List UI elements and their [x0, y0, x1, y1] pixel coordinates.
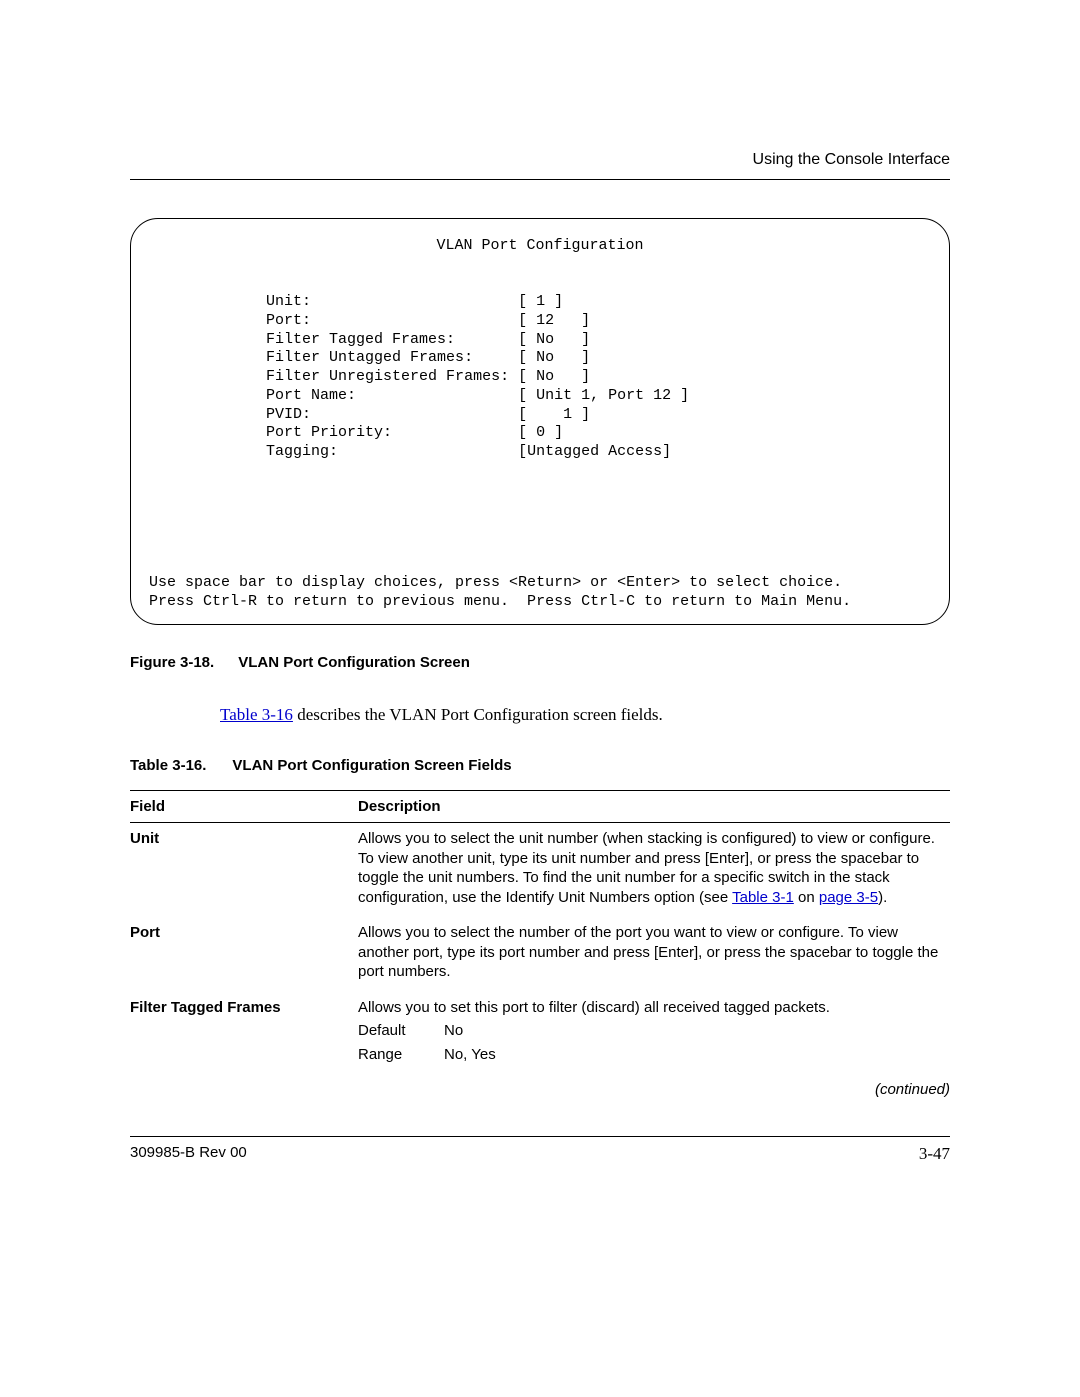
page-number: 3-47 [919, 1143, 950, 1165]
console-row: Port Priority: [ 0 ] [149, 424, 563, 441]
intro-rest: describes the VLAN Port Configuration sc… [293, 705, 663, 724]
console-blank [149, 556, 158, 573]
console-blank [149, 518, 158, 535]
console-help: Press Ctrl-R to return to previous menu.… [149, 593, 851, 610]
field-description: Allows you to select the number of the p… [358, 917, 950, 992]
col-header-description: Description [358, 790, 950, 823]
console-row: Filter Untagged Frames: [ No ] [149, 349, 590, 366]
default-pair: DefaultNo [358, 1021, 942, 1041]
field-description: Allows you to select the unit number (wh… [358, 823, 950, 918]
footer-rule [130, 1136, 950, 1137]
running-header: Using the Console Interface [130, 150, 950, 179]
console-title: VLAN Port Configuration [149, 237, 931, 256]
console-row: Port: [ 12 ] [149, 312, 590, 329]
console-blank [149, 537, 158, 554]
table-caption: Table 3-16. VLAN Port Configuration Scree… [130, 756, 950, 776]
field-description: Allows you to set this port to filter (d… [358, 992, 950, 1075]
table-row: Port Allows you to select the number of … [130, 917, 950, 992]
page-ref-link[interactable]: page 3-5 [819, 889, 878, 906]
console-blank [149, 481, 158, 498]
console-row: Port Name: [ Unit 1, Port 12 ] [149, 387, 689, 404]
figure-caption: Figure 3-18. VLAN Port Configuration Scre… [130, 653, 950, 673]
col-header-field: Field [130, 790, 358, 823]
table-row: Unit Allows you to select the unit numbe… [130, 823, 950, 918]
continued-indicator: (continued) [130, 1080, 950, 1100]
console-row: PVID: [ 1 ] [149, 406, 590, 423]
range-pair: RangeNo, Yes [358, 1045, 942, 1065]
page-footer: 309985-B Rev 00 3-47 [130, 1143, 950, 1165]
console-row: Filter Tagged Frames: [ No ] [149, 331, 590, 348]
console-blank [149, 462, 158, 479]
console-row: Unit: [ 1 ] [149, 293, 563, 310]
page: Using the Console Interface VLAN Port Co… [0, 0, 1080, 1225]
header-rule [130, 179, 950, 180]
table-title: VLAN Port Configuration Screen Fields [232, 757, 511, 774]
field-name: Unit [130, 823, 358, 918]
figure-number: Figure 3-18. [130, 653, 214, 673]
intro-paragraph: Table 3-16 describes the VLAN Port Confi… [220, 704, 950, 726]
fields-table: Field Description Unit Allows you to sel… [130, 790, 950, 1075]
console-blank [149, 274, 158, 291]
console-row: Tagging: [Untagged Access] [149, 443, 671, 460]
console-blank [149, 499, 158, 516]
table-row: Filter Tagged Frames Allows you to set t… [130, 992, 950, 1075]
field-name: Filter Tagged Frames [130, 992, 358, 1075]
console-screenshot: VLAN Port Configuration Unit: [ 1 ] Port… [130, 218, 950, 625]
console-row: Filter Unregistered Frames: [ No ] [149, 368, 590, 385]
console-help: Use space bar to display choices, press … [149, 574, 842, 591]
cross-ref-link[interactable]: Table 3-1 [732, 889, 794, 906]
figure-title: VLAN Port Configuration Screen [238, 654, 470, 671]
field-name: Port [130, 917, 358, 992]
table-ref-link[interactable]: Table 3-16 [220, 705, 293, 724]
table-number: Table 3-16. [130, 756, 206, 776]
doc-number: 309985-B Rev 00 [130, 1143, 247, 1165]
